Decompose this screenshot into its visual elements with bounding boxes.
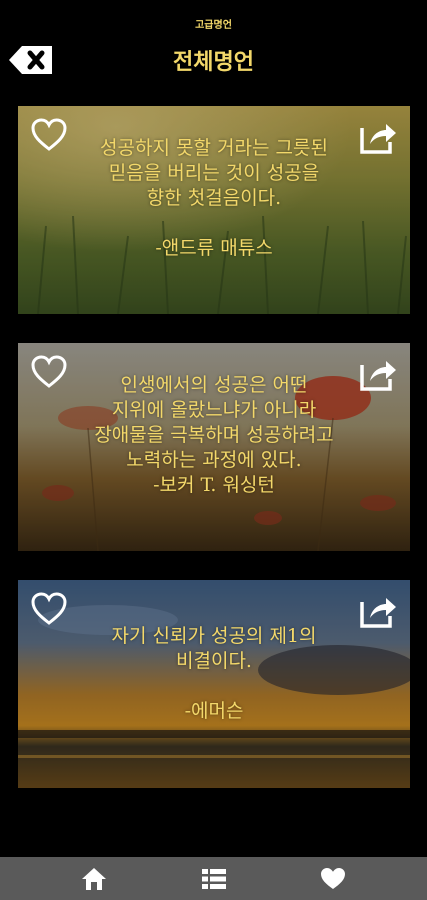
nav-list-button[interactable]: [184, 857, 244, 900]
quote-line: 비결이다.: [176, 650, 252, 672]
favorite-button[interactable]: [30, 592, 68, 626]
quote-card[interactable]: 성공하지 못할 거라는 그릇된 믿음을 버리는 것이 성공을 향한 첫걸음이다.…: [18, 106, 410, 314]
heart-icon: [321, 867, 345, 889]
share-icon: [360, 124, 396, 154]
quote-line: 장애물을 극복하며 성공하려고: [94, 424, 334, 446]
share-icon: [360, 598, 396, 628]
list-icon: [202, 868, 226, 889]
quote-line: 노력하는 과정에 있다.: [126, 449, 302, 471]
share-button[interactable]: [360, 355, 398, 391]
quote-card[interactable]: 자기 신뢰가 성공의 제1의 비결이다. -에머슨: [18, 580, 410, 788]
share-button[interactable]: [360, 118, 398, 154]
quote-card[interactable]: 인생에서의 성공은 어떤 지위에 올랐느냐가 아니라 장애물을 극복하며 성공하…: [18, 343, 410, 551]
quote-line: 인생에서의 성공은 어떤: [120, 374, 308, 396]
share-button[interactable]: [360, 592, 398, 628]
quote-line: 지위에 올랐느냐가 아니라: [111, 399, 317, 421]
bottom-nav-bar: [0, 857, 427, 900]
quote-author: -보커 T. 워싱턴: [153, 474, 275, 496]
heart-outline-icon: [31, 118, 67, 151]
quote-line: 향한 첫걸음이다.: [146, 187, 282, 209]
quote-line: 자기 신뢰가 성공의 제1의: [111, 625, 317, 647]
nav-favorites-button[interactable]: [303, 857, 363, 900]
nav-home-button[interactable]: [64, 857, 124, 900]
page-title: 전체명언: [173, 50, 254, 75]
favorite-button[interactable]: [30, 118, 68, 152]
app-name: 고급명언: [195, 20, 232, 31]
back-button[interactable]: [8, 45, 54, 75]
heart-outline-icon: [31, 355, 67, 388]
quote-text: 성공하지 못할 거라는 그릇된 믿음을 버리는 것이 성공을 향한 첫걸음이다.…: [18, 136, 410, 261]
home-icon: [82, 867, 106, 890]
quote-text: 인생에서의 성공은 어떤 지위에 올랐느냐가 아니라 장애물을 극복하며 성공하…: [18, 373, 410, 498]
quote-author: -에머슨: [184, 700, 244, 722]
quote-line: 믿음을 버리는 것이 성공을: [108, 162, 320, 184]
backspace-icon: [9, 46, 52, 74]
quote-text: 자기 신뢰가 성공의 제1의 비결이다. -에머슨: [18, 624, 410, 724]
quote-author: -앤드류 매튜스: [155, 237, 273, 259]
heart-outline-icon: [31, 592, 67, 625]
favorite-button[interactable]: [30, 355, 68, 389]
share-icon: [360, 361, 396, 391]
quote-line: 성공하지 못할 거라는 그릇된: [100, 137, 328, 159]
